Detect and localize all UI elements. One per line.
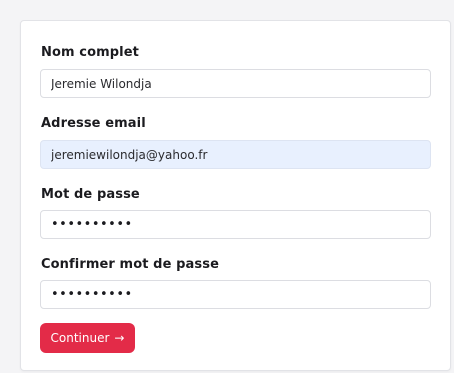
password-input[interactable] xyxy=(40,210,431,239)
password-label: Mot de passe xyxy=(41,187,140,202)
confirm-password-input[interactable] xyxy=(40,280,431,309)
full-name-label: Nom complet xyxy=(41,45,139,60)
registration-form-card: Nom complet Adresse email Mot de passe C… xyxy=(20,20,451,371)
email-label: Adresse email xyxy=(41,116,146,131)
arrow-right-icon: → xyxy=(114,331,125,345)
continue-button-label: Continuer xyxy=(50,331,110,345)
confirm-password-label: Confirmer mot de passe xyxy=(41,257,219,272)
full-name-input[interactable] xyxy=(40,69,431,98)
continue-button[interactable]: Continuer → xyxy=(40,323,135,353)
email-input[interactable] xyxy=(40,140,431,169)
